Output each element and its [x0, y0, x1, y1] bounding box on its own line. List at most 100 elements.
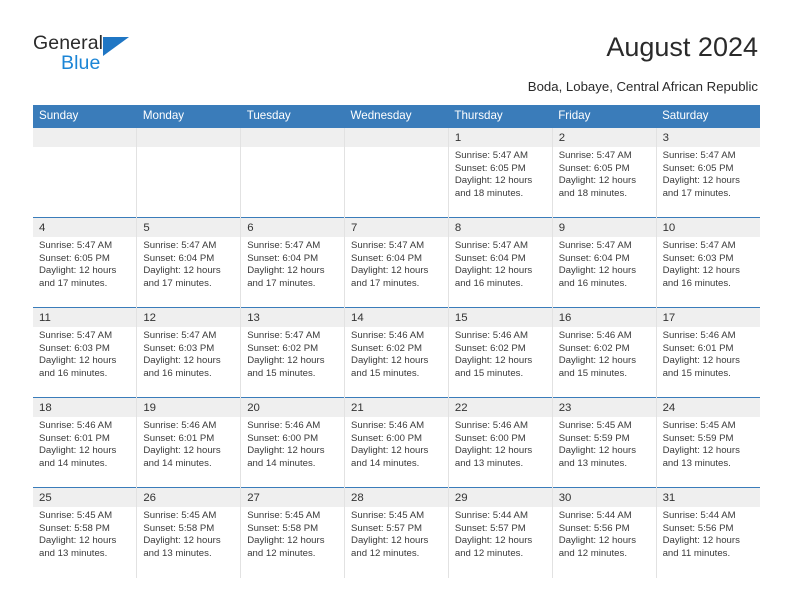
brand-logo[interactable]: General Blue [33, 32, 163, 82]
page-subtitle: Boda, Lobaye, Central African Republic [527, 79, 758, 94]
day-details: Sunrise: 5:45 AM Sunset: 5:58 PM Daylight:… [241, 507, 344, 560]
calendar-day-cell[interactable]: 30 Sunrise: 5:44 AM Sunset: 5:56 PM Dayligh… [551, 487, 657, 578]
daylight-text-line1: Daylight: 12 hours [662, 535, 740, 547]
weekday-header-tuesday: Tuesday [240, 105, 345, 128]
sunrise-text: Sunrise: 5:46 AM [454, 330, 528, 341]
calendar-day-cell[interactable]: 7 Sunrise: 5:47 AM Sunset: 6:04 PM Daylight… [344, 217, 449, 308]
sunset-text: Sunset: 6:03 PM [39, 342, 110, 354]
calendar-day-cell[interactable]: 20 Sunrise: 5:46 AM Sunset: 6:00 PM Dayligh… [240, 397, 345, 488]
calendar-day-cell[interactable]: 12 Sunrise: 5:47 AM Sunset: 6:03 PM Dayligh… [136, 307, 241, 398]
calendar-day-cell[interactable]: 26 Sunrise: 5:45 AM Sunset: 5:58 PM Dayligh… [136, 487, 241, 578]
day-number: 5 [137, 218, 241, 237]
sunrise-text: Sunrise: 5:47 AM [454, 240, 528, 251]
calendar-day-cell[interactable]: 10 Sunrise: 5:47 AM Sunset: 6:03 PM Dayligh… [655, 217, 760, 308]
day-details: Sunrise: 5:45 AM Sunset: 5:57 PM Daylight:… [345, 507, 448, 560]
daylight-text-line2: and 15 minutes. [247, 367, 316, 379]
day-number: 31 [656, 488, 760, 507]
calendar-day-cell[interactable]: 8 Sunrise: 5:47 AM Sunset: 6:04 PM Daylight… [447, 217, 553, 308]
daylight-text-line2: and 17 minutes. [39, 277, 108, 289]
sunrise-text: Sunrise: 5:45 AM [351, 510, 425, 521]
weekday-header-saturday: Saturday [656, 105, 760, 128]
daylight-text-line1: Daylight: 12 hours [558, 445, 637, 457]
calendar-day-cell[interactable]: 13 Sunrise: 5:47 AM Sunset: 6:02 PM Dayligh… [240, 307, 345, 398]
daylight-text-line1: Daylight: 12 hours [39, 445, 117, 457]
calendar-page: General Blue August 2024 Boda, Lobaye, C… [0, 0, 792, 612]
calendar-day-cell[interactable]: 28 Sunrise: 5:45 AM Sunset: 5:57 PM Dayligh… [344, 487, 449, 578]
daylight-text-line1: Daylight: 12 hours [247, 535, 325, 547]
calendar-day-cell[interactable]: 11 Sunrise: 5:47 AM Sunset: 6:03 PM Dayligh… [33, 307, 137, 398]
sunrise-text: Sunrise: 5:44 AM [454, 510, 528, 521]
calendar-day-cell[interactable]: 25 Sunrise: 5:45 AM Sunset: 5:58 PM Dayligh… [33, 487, 137, 578]
day-details: Sunrise: 5:46 AM Sunset: 6:01 PM Daylight:… [657, 327, 760, 380]
calendar-day-cell[interactable]: 19 Sunrise: 5:46 AM Sunset: 6:01 PM Dayligh… [136, 397, 241, 488]
calendar-day-cell[interactable]: 2 Sunrise: 5:47 AM Sunset: 6:05 PM Daylight… [551, 127, 657, 218]
day-number: 9 [552, 218, 656, 237]
calendar-day-cell[interactable]: 15 Sunrise: 5:46 AM Sunset: 6:02 PM Dayligh… [447, 307, 553, 398]
daylight-text-line1: Daylight: 12 hours [454, 265, 533, 277]
sunset-text: Sunset: 6:02 PM [454, 342, 526, 354]
calendar-day-cell[interactable]: 6 Sunrise: 5:47 AM Sunset: 6:04 PM Daylight… [240, 217, 345, 308]
sunrise-text: Sunrise: 5:46 AM [454, 420, 528, 431]
day-number: 4 [33, 218, 137, 237]
sunrise-text: Sunrise: 5:45 AM [39, 510, 113, 521]
calendar-day-cell[interactable]: 16 Sunrise: 5:46 AM Sunset: 6:02 PM Dayligh… [551, 307, 657, 398]
daylight-text-line1: Daylight: 12 hours [351, 535, 429, 547]
daylight-text-line1: Daylight: 12 hours [39, 355, 117, 367]
calendar-day-cell-empty [136, 127, 241, 218]
day-number: 11 [33, 308, 137, 327]
day-number: 18 [33, 398, 137, 417]
calendar-week-row: 4 Sunrise: 5:47 AM Sunset: 6:05 PM Daylight… [33, 217, 760, 308]
sunset-text: Sunset: 5:57 PM [351, 522, 422, 534]
daylight-text-line1: Daylight: 12 hours [662, 175, 740, 187]
day-number: 28 [345, 488, 448, 507]
sunset-text: Sunset: 6:05 PM [558, 162, 630, 174]
sunset-text: Sunset: 6:01 PM [143, 432, 215, 444]
calendar-day-cell[interactable]: 27 Sunrise: 5:45 AM Sunset: 5:58 PM Dayligh… [240, 487, 345, 578]
sunrise-text: Sunrise: 5:47 AM [454, 150, 528, 161]
sunset-text: Sunset: 6:04 PM [558, 252, 630, 264]
daylight-text-line1: Daylight: 12 hours [662, 265, 740, 277]
calendar-day-cell[interactable]: 31 Sunrise: 5:44 AM Sunset: 5:56 PM Dayligh… [655, 487, 760, 578]
calendar-day-cell[interactable]: 23 Sunrise: 5:45 AM Sunset: 5:59 PM Dayligh… [551, 397, 657, 488]
sunrise-text: Sunrise: 5:47 AM [558, 240, 632, 251]
daylight-text-line1: Daylight: 12 hours [39, 265, 117, 277]
day-details: Sunrise: 5:47 AM Sunset: 6:04 PM Daylight:… [449, 237, 552, 290]
calendar-day-cell[interactable]: 3 Sunrise: 5:47 AM Sunset: 6:05 PM Daylight… [655, 127, 760, 218]
daylight-text-line2: and 16 minutes. [39, 367, 108, 379]
day-details: Sunrise: 5:47 AM Sunset: 6:05 PM Daylight:… [657, 147, 760, 200]
calendar-day-cell[interactable]: 4 Sunrise: 5:47 AM Sunset: 6:05 PM Daylight… [33, 217, 137, 308]
daylight-text-line1: Daylight: 12 hours [143, 265, 221, 277]
calendar-day-cell[interactable]: 17 Sunrise: 5:46 AM Sunset: 6:01 PM Dayligh… [655, 307, 760, 398]
weekday-header-sunday: Sunday [33, 105, 137, 128]
daylight-text-line1: Daylight: 12 hours [351, 355, 429, 367]
sunset-text: Sunset: 6:02 PM [247, 342, 319, 354]
sunset-text: Sunset: 6:05 PM [662, 162, 734, 174]
calendar-day-cell[interactable]: 24 Sunrise: 5:45 AM Sunset: 5:59 PM Dayligh… [655, 397, 760, 488]
calendar-day-cell[interactable]: 21 Sunrise: 5:46 AM Sunset: 6:00 PM Dayligh… [344, 397, 449, 488]
day-number: 29 [448, 488, 552, 507]
day-details: Sunrise: 5:46 AM Sunset: 6:00 PM Daylight:… [449, 417, 552, 470]
day-number: 20 [241, 398, 345, 417]
calendar-day-cell[interactable]: 18 Sunrise: 5:46 AM Sunset: 6:01 PM Dayligh… [33, 397, 137, 488]
day-number: 16 [552, 308, 656, 327]
day-details: Sunrise: 5:47 AM Sunset: 6:05 PM Daylight:… [449, 147, 552, 200]
day-number: 2 [552, 128, 656, 147]
daylight-text-line2: and 12 minutes. [454, 547, 524, 559]
calendar-day-cell[interactable]: 1 Sunrise: 5:47 AM Sunset: 6:05 PM Daylight… [447, 127, 553, 218]
daylight-text-line1: Daylight: 12 hours [143, 445, 221, 457]
day-details: Sunrise: 5:47 AM Sunset: 6:03 PM Daylight:… [33, 327, 136, 380]
brand-name-blue: Blue [61, 52, 101, 74]
sunset-text: Sunset: 5:56 PM [662, 522, 734, 534]
sunset-text: Sunset: 6:01 PM [662, 342, 734, 354]
daylight-text-line1: Daylight: 12 hours [247, 265, 325, 277]
calendar-day-cell[interactable]: 5 Sunrise: 5:47 AM Sunset: 6:04 PM Daylight… [136, 217, 241, 308]
calendar-day-cell[interactable]: 22 Sunrise: 5:46 AM Sunset: 6:00 PM Dayligh… [447, 397, 553, 488]
calendar-day-cell[interactable]: 14 Sunrise: 5:46 AM Sunset: 6:02 PM Dayligh… [344, 307, 449, 398]
calendar-day-cell[interactable]: 29 Sunrise: 5:44 AM Sunset: 5:57 PM Dayligh… [447, 487, 553, 578]
calendar-day-cell[interactable]: 9 Sunrise: 5:47 AM Sunset: 6:04 PM Daylight… [551, 217, 657, 308]
day-number: 21 [345, 398, 448, 417]
daylight-text-line2: and 15 minutes. [351, 367, 420, 379]
sunset-text: Sunset: 5:58 PM [39, 522, 110, 534]
sunrise-text: Sunrise: 5:47 AM [558, 150, 632, 161]
sunset-text: Sunset: 6:02 PM [351, 342, 422, 354]
